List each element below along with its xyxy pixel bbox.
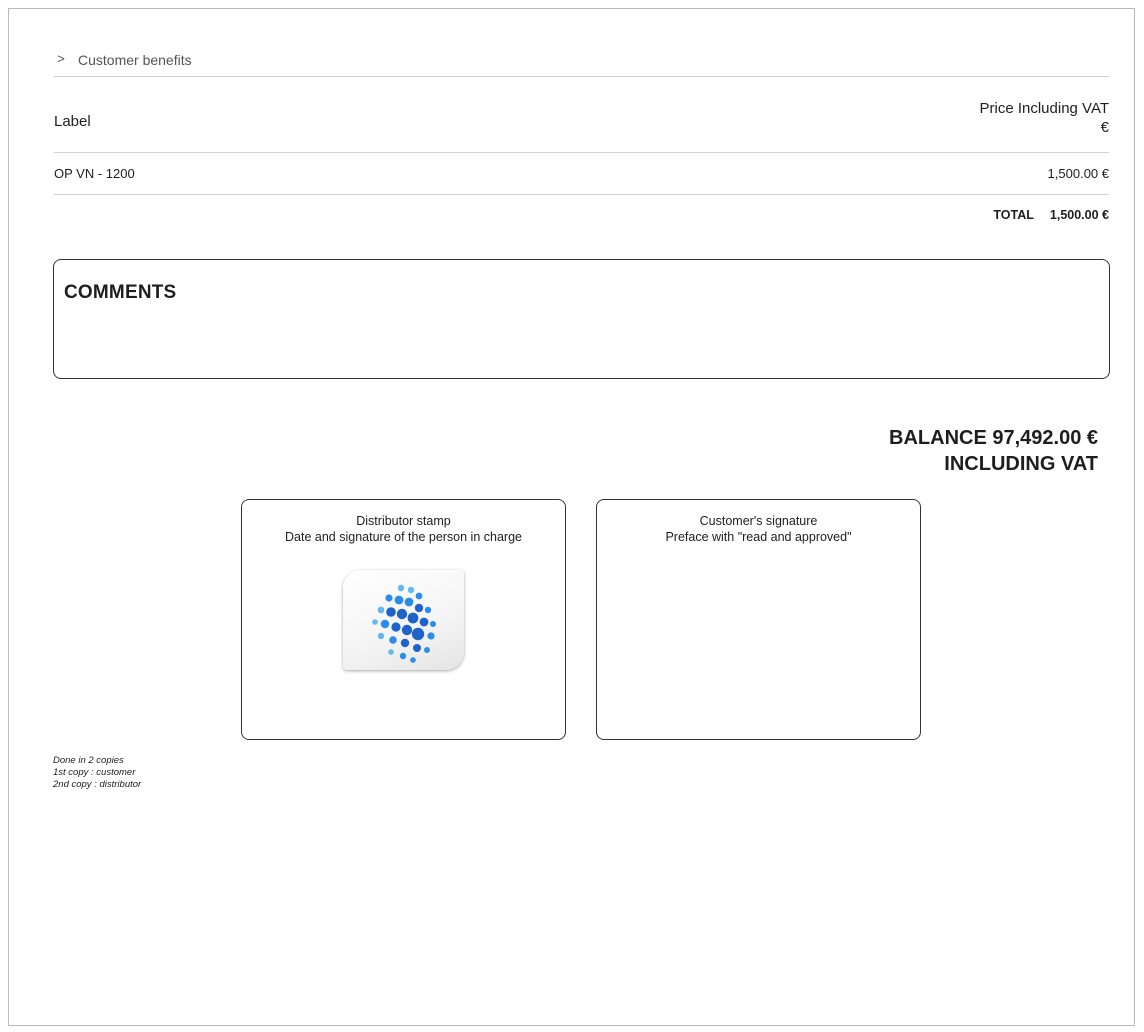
dots-sphere-logo-icon xyxy=(372,584,436,663)
customer-signature-instructions: Preface with "read and approved" xyxy=(665,530,852,544)
distributor-stamp-box: Distributor stamp Date and signature of … xyxy=(241,499,566,740)
copies-note: Done in 2 copies 1st copy : customer 2nd… xyxy=(53,755,141,791)
row-label: OP VN - 1200 xyxy=(54,166,135,181)
customer-signature-title: Customer's signature xyxy=(699,514,818,528)
table-header: Label Price Including VAT € xyxy=(54,95,1109,153)
distributor-stamp-instructions: Date and signature of the person in char… xyxy=(285,530,522,544)
comments-title: COMMENTS xyxy=(64,282,177,303)
price-header-line1: Price Including VAT xyxy=(979,100,1110,117)
distributor-stamp-title: Distributor stamp xyxy=(356,514,451,528)
total-value: 1,500.00 € xyxy=(1049,208,1109,222)
copies-line-1: Done in 2 copies xyxy=(53,755,124,766)
column-header-price: Price Including VAT € xyxy=(980,99,1110,137)
balance-amount: BALANCE 97,492.00 € xyxy=(889,427,1098,449)
copies-line-2: 1st copy : customer xyxy=(53,767,136,778)
total-label: TOTAL xyxy=(993,208,1034,222)
document-page: > Customer benefits Label Price Includin… xyxy=(8,8,1135,1026)
balance-vat-note: INCLUDING VAT xyxy=(944,453,1098,475)
table-total-row: TOTAL 1,500.00 € xyxy=(54,195,1109,235)
copies-line-3: 2nd copy : distributor xyxy=(53,779,142,790)
chevron-right-icon[interactable]: > xyxy=(54,51,68,66)
benefits-table: Label Price Including VAT € OP VN - 1200… xyxy=(54,95,1109,235)
customer-benefits-toggle[interactable]: > Customer benefits xyxy=(54,43,1109,77)
table-row: OP VN - 1200 1,500.00 € xyxy=(54,153,1109,195)
section-title: Customer benefits xyxy=(78,51,192,68)
distributor-logo xyxy=(343,570,464,670)
customer-signature-box: Customer's signature Preface with "read … xyxy=(596,499,921,740)
comments-box: COMMENTS xyxy=(53,259,1110,379)
price-header-line2: € xyxy=(1100,119,1109,136)
column-header-label: Label xyxy=(54,113,91,130)
balance-block: BALANCE 97,492.00 € INCLUDING VAT xyxy=(889,425,1098,477)
row-price: 1,500.00 € xyxy=(1047,166,1109,181)
